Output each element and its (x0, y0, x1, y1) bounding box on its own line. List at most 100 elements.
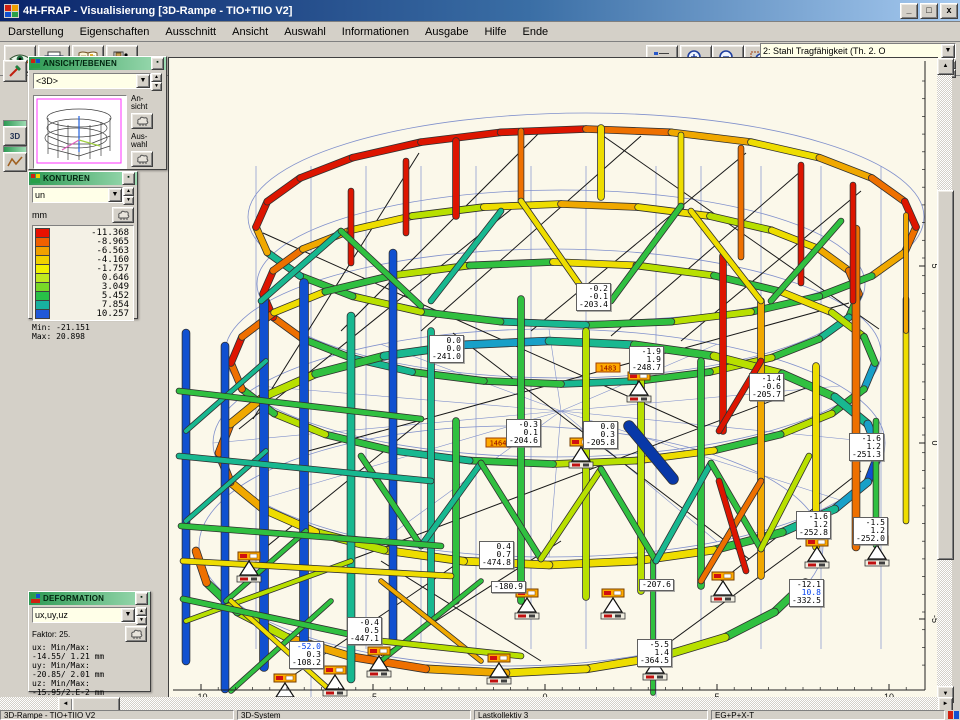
result-annotation: 0.00.3-205.8 (583, 421, 618, 449)
chevron-down-icon[interactable]: ▼ (108, 188, 122, 202)
contour-legend: -11.368-8.965-6.563-4.160-1.7570.6463.04… (32, 225, 134, 321)
result-annotation: -12.110.8-332.5 (789, 579, 824, 607)
result-annotation: -0.2-0.1-203.4 (576, 283, 611, 311)
result-annotation: 0.40.7-474.8 (479, 541, 514, 569)
quantity-spinner[interactable]: ▲ ▼ (123, 187, 134, 205)
panel-konturen: KONTUREN ▪ un ▼ ▲ ▼ mm -11.368-8.965-6.5… (28, 171, 138, 319)
spin-up-icon[interactable]: ▲ (136, 607, 147, 616)
close-icon[interactable]: ▪ (122, 172, 135, 185)
view-apply-button[interactable] (131, 113, 153, 129)
panel-konturen-titlebar[interactable]: KONTUREN ▪ (29, 172, 137, 185)
result-annotation: -1.91.9-248.7 (629, 346, 664, 374)
panel-deformation-titlebar[interactable]: DEFORMATION ▪ (29, 592, 150, 605)
annotation-value: -252.0 (856, 535, 885, 543)
viewport-3d[interactable]: 14641483-10-5051050-5 -0.40.5-447.1-52.0… (168, 57, 938, 702)
annotation-value: -364.5 (640, 657, 669, 665)
menu-item-ende[interactable]: Ende (514, 24, 556, 40)
min-label: Min: (32, 323, 51, 332)
spin-down-icon[interactable]: ▼ (123, 196, 134, 205)
panel-icon (31, 174, 40, 183)
spin-up-icon[interactable]: ▲ (123, 187, 134, 196)
min-value: -21.151 (56, 323, 90, 332)
menu-item-auswahl[interactable]: Auswahl (276, 24, 334, 40)
result-annotation: -1.61.2-252.8 (796, 511, 831, 539)
spin-down-icon[interactable]: ▼ (136, 616, 147, 625)
selection-apply-button[interactable] (131, 151, 153, 167)
close-icon[interactable]: ▪ (135, 592, 148, 605)
panel-konturen-title: KONTUREN (43, 174, 122, 183)
scroll-up-icon[interactable]: ▲ (937, 58, 954, 75)
label-auswahl: Aus-wahl (131, 133, 157, 149)
deformation-row-value: -14.55/ 1.21 mm (32, 652, 147, 661)
components-spinner[interactable]: ▲ ▼ (136, 607, 147, 625)
panel-ansicht-titlebar[interactable]: ANSICHT/EBENEN ▪ (29, 57, 166, 70)
minimize-button[interactable]: _ (900, 3, 918, 19)
legend-swatch (35, 309, 50, 319)
vertical-scrollbar[interactable]: ▲ ▼ (937, 58, 952, 701)
panel-deformation: DEFORMATION ▪ ux,uy,uz ▼ ▲ ▼ Faktor: 25.… (28, 591, 151, 692)
result-annotation: -5.51.4-364.5 (637, 639, 672, 667)
sketch-tool-button[interactable] (3, 60, 27, 82)
close-icon[interactable]: ▪ (151, 57, 164, 70)
deformation-apply-button[interactable] (125, 626, 147, 642)
menu-item-darstellung[interactable]: Darstellung (0, 24, 72, 40)
annotation-value: -241.0 (432, 353, 461, 361)
max-value: 20.898 (56, 332, 85, 341)
apply-icon (130, 629, 143, 639)
menu-item-informationen[interactable]: Informationen (334, 24, 417, 40)
components-select-value: ux,uy,uz (33, 610, 121, 620)
window-title: 4H-FRAP - Visualisierung [3D-Rampe - TIO… (23, 5, 898, 17)
mini-palette-3d[interactable]: 3D (3, 120, 27, 146)
view-spinner[interactable]: ▲ ▼ (151, 73, 162, 91)
result-annotation: 0.00.0-241.0 (429, 335, 464, 363)
result-annotation: -1.4-0.6-205.7 (749, 373, 784, 401)
node-tag-label: 1483 (600, 365, 617, 373)
result-combo-value: 2: Stahl Tragfähigkeit (Th. 2. O (761, 46, 941, 56)
konturen-apply-button[interactable] (112, 207, 134, 223)
panel-ansicht-title: ANSICHT/EBENEN (43, 59, 151, 68)
menu-item-ansicht[interactable]: Ansicht (224, 24, 276, 40)
menu-item-ausschnitt[interactable]: Ausschnitt (157, 24, 224, 40)
menu-item-eigenschaften[interactable]: Eigenschaften (72, 24, 158, 40)
support-symbol (805, 538, 829, 568)
chevron-down-icon[interactable]: ▼ (941, 44, 955, 58)
node-tag-label: 1464 (490, 440, 507, 448)
view-preview[interactable] (33, 95, 127, 169)
apply-icon (136, 154, 149, 164)
unit-label: mm (32, 210, 112, 220)
components-select[interactable]: ux,uy,uz ▼ (32, 607, 136, 623)
quantity-select[interactable]: un ▼ (32, 187, 123, 203)
close-button[interactable]: x (940, 3, 958, 19)
spin-down-icon[interactable]: ▼ (151, 82, 162, 91)
label-ansicht: An-sicht (131, 95, 157, 111)
deformation-row-value: -15.95/2.E-2 mm (32, 688, 147, 697)
window-titlebar: 4H-FRAP - Visualisierung [3D-Rampe - TIO… (0, 0, 960, 22)
vertical-scroll-thumb[interactable] (937, 190, 954, 560)
chevron-down-icon[interactable]: ▼ (121, 608, 135, 622)
deformation-row-label: ux: Min/Max: (32, 643, 147, 652)
annotation-value: -474.8 (482, 559, 511, 567)
factor-label: Faktor: 25. (32, 630, 125, 639)
annotation-value: -205.7 (752, 391, 781, 399)
annotation-value: -207.6 (642, 581, 671, 589)
result-annotation: -1.51.2-252.0 (853, 517, 888, 545)
annotation-value: -180.9 (494, 583, 523, 591)
result-annotation: -0.30.1-204.6 (506, 419, 541, 447)
result-annotation: -180.9 (491, 581, 526, 593)
menu-item-hilfe[interactable]: Hilfe (476, 24, 514, 40)
result-annotation: -0.40.5-447.1 (347, 617, 382, 645)
view-select[interactable]: <3D> ▼ (33, 73, 151, 89)
mini-palette-polyline[interactable] (3, 146, 27, 172)
panel-icon (31, 594, 40, 603)
legend-row: 10.257 (35, 309, 131, 318)
menu-item-ausgabe[interactable]: Ausgabe (417, 24, 476, 40)
support-symbol (601, 589, 625, 619)
chevron-down-icon[interactable]: ▼ (136, 74, 150, 88)
status-icon (948, 710, 960, 720)
legend-value: 10.257 (54, 309, 131, 319)
annotation-value: -332.5 (792, 597, 821, 605)
status-field: 3D-System (237, 710, 471, 720)
spin-up-icon[interactable]: ▲ (151, 73, 162, 82)
app-icon (4, 4, 19, 18)
maximize-button[interactable]: □ (920, 3, 938, 19)
